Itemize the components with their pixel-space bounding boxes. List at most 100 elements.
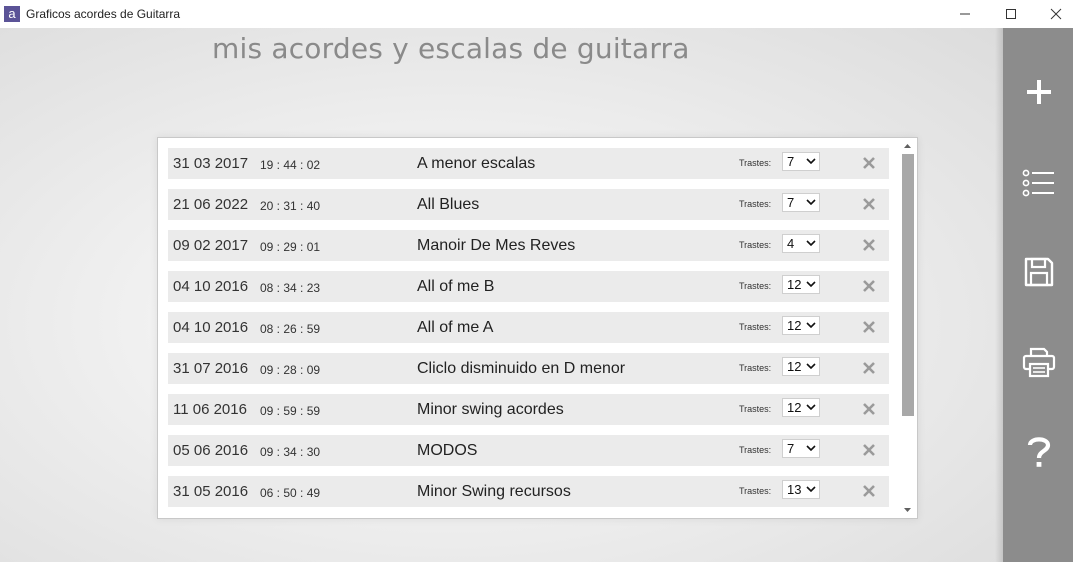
delete-icon[interactable] xyxy=(861,360,877,376)
app-icon: a xyxy=(4,6,20,22)
item-name[interactable]: Minor swing acordes xyxy=(417,401,564,419)
item-name[interactable]: MODOS xyxy=(417,442,477,460)
chevron-down-icon xyxy=(806,240,816,246)
minimize-icon xyxy=(960,13,970,15)
chevron-down-icon xyxy=(806,199,816,205)
frets-value: 12 xyxy=(787,318,802,333)
item-time: 09 : 29 : 01 xyxy=(260,240,321,254)
frets-label: Trastes: xyxy=(739,445,772,455)
item-date: 21 06 2022 xyxy=(173,196,249,213)
item-time: 08 : 26 : 59 xyxy=(260,322,321,336)
item-time: 09 : 59 : 59 xyxy=(260,404,321,418)
delete-icon[interactable] xyxy=(861,278,877,294)
chevron-down-icon xyxy=(806,281,816,287)
list-item[interactable]: 31 03 2017 19 : 44 : 02 A menor escalas Tra… xyxy=(168,148,889,179)
saved-charts-list: 31 03 2017 19 : 44 : 02 A menor escalas Tra… xyxy=(168,148,889,517)
frets-value: 7 xyxy=(787,195,795,210)
scroll-up-icon[interactable] xyxy=(903,142,912,151)
frets-label: Trastes: xyxy=(739,281,772,291)
frets-select[interactable]: 4 xyxy=(782,234,820,253)
new-chart-button[interactable] xyxy=(1021,74,1057,110)
list-item[interactable]: 21 06 2022 20 : 31 : 40 All Blues Trastes: 7 xyxy=(168,189,889,220)
title-bar: a Graficos acordes de Guitarra xyxy=(0,0,1073,28)
minimize-button[interactable] xyxy=(942,0,988,28)
chevron-down-icon xyxy=(806,363,816,369)
close-icon xyxy=(1050,8,1062,20)
delete-icon[interactable] xyxy=(861,401,877,417)
frets-label: Trastes: xyxy=(739,404,772,414)
item-date: 04 10 2016 xyxy=(173,278,249,295)
close-button[interactable] xyxy=(1033,0,1073,28)
scroll-thumb[interactable] xyxy=(902,154,914,416)
delete-icon[interactable] xyxy=(861,196,877,212)
maximize-button[interactable] xyxy=(988,0,1034,28)
save-button[interactable] xyxy=(1021,254,1057,290)
save-icon xyxy=(1024,257,1054,287)
saved-charts-panel: 31 03 2017 19 : 44 : 02 A menor escalas Tra… xyxy=(157,137,918,519)
item-name[interactable]: Manoir De Mes Reves xyxy=(417,237,575,255)
frets-label: Trastes: xyxy=(739,240,772,250)
item-time: 09 : 28 : 09 xyxy=(260,363,321,377)
frets-select[interactable]: 13 xyxy=(782,480,820,499)
frets-label: Trastes: xyxy=(739,158,772,168)
delete-icon[interactable] xyxy=(861,483,877,499)
main-area: mis acordes y escalas de guitarra 31 03 … xyxy=(0,28,1003,562)
item-name[interactable]: All of me A xyxy=(417,319,493,337)
frets-value: 7 xyxy=(787,441,795,456)
print-icon xyxy=(1022,347,1056,378)
item-name[interactable]: All of me B xyxy=(417,278,494,296)
item-name[interactable]: Minor Swing recursos xyxy=(417,483,571,501)
list-item[interactable]: 04 10 2016 08 : 26 : 59 All of me A Trastes… xyxy=(168,312,889,343)
frets-select[interactable]: 7 xyxy=(782,439,820,458)
frets-value: 7 xyxy=(787,154,795,169)
help-icon xyxy=(1027,437,1051,467)
frets-select[interactable]: 12 xyxy=(782,398,820,417)
item-date: 05 06 2016 xyxy=(173,442,249,459)
item-date: 11 06 2016 xyxy=(173,401,247,418)
list-item[interactable]: 05 06 2016 09 : 34 : 30 MODOS Trastes: 7 xyxy=(168,435,889,466)
list-item[interactable]: 31 05 2016 06 : 50 : 49 Minor Swing recurs… xyxy=(168,476,889,507)
list-icon xyxy=(1022,169,1054,197)
item-time: 06 : 50 : 49 xyxy=(260,486,321,500)
list-button[interactable] xyxy=(1021,165,1057,201)
frets-label: Trastes: xyxy=(739,322,772,332)
frets-select[interactable]: 7 xyxy=(782,152,820,171)
chevron-down-icon xyxy=(806,322,816,328)
frets-select[interactable]: 12 xyxy=(782,275,820,294)
item-name[interactable]: A menor escalas xyxy=(417,155,535,173)
delete-icon[interactable] xyxy=(861,237,877,253)
scroll-down-icon[interactable] xyxy=(903,505,912,514)
item-name[interactable]: Cliclo disminuido en D menor xyxy=(417,360,625,378)
list-item[interactable]: 31 07 2016 09 : 28 : 09 Cliclo disminuido … xyxy=(168,353,889,384)
item-time: 09 : 34 : 30 xyxy=(260,445,321,459)
item-date: 31 07 2016 xyxy=(173,360,249,377)
item-date: 09 02 2017 xyxy=(173,237,249,254)
frets-select[interactable]: 12 xyxy=(782,316,820,335)
scrollbar[interactable] xyxy=(901,140,914,516)
item-time: 19 : 44 : 02 xyxy=(260,158,321,172)
frets-label: Trastes: xyxy=(739,486,772,496)
print-button[interactable] xyxy=(1021,344,1057,380)
delete-icon[interactable] xyxy=(861,155,877,171)
help-button[interactable] xyxy=(1021,434,1057,470)
plus-icon xyxy=(1027,80,1051,104)
list-item[interactable]: 09 02 2017 09 : 29 : 01 Manoir De Mes Reve… xyxy=(168,230,889,261)
list-item[interactable]: 04 10 2016 08 : 34 : 23 All of me B Trastes… xyxy=(168,271,889,302)
frets-value: 13 xyxy=(787,482,802,497)
delete-icon[interactable] xyxy=(861,319,877,335)
frets-select[interactable]: 7 xyxy=(782,193,820,212)
frets-value: 4 xyxy=(787,236,795,251)
frets-label: Trastes: xyxy=(739,199,772,209)
frets-select[interactable]: 12 xyxy=(782,357,820,376)
page-title: mis acordes y escalas de guitarra xyxy=(212,32,690,65)
frets-value: 12 xyxy=(787,400,802,415)
delete-icon[interactable] xyxy=(861,442,877,458)
item-name[interactable]: All Blues xyxy=(417,196,479,214)
list-item[interactable]: 11 06 2016 09 : 59 : 59 Minor swing acorde… xyxy=(168,394,889,425)
item-time: 20 : 31 : 40 xyxy=(260,199,321,213)
frets-value: 12 xyxy=(787,277,802,292)
chevron-down-icon xyxy=(806,445,816,451)
item-date: 04 10 2016 xyxy=(173,319,249,336)
tool-sidebar xyxy=(995,28,1073,562)
frets-label: Trastes: xyxy=(739,363,772,373)
